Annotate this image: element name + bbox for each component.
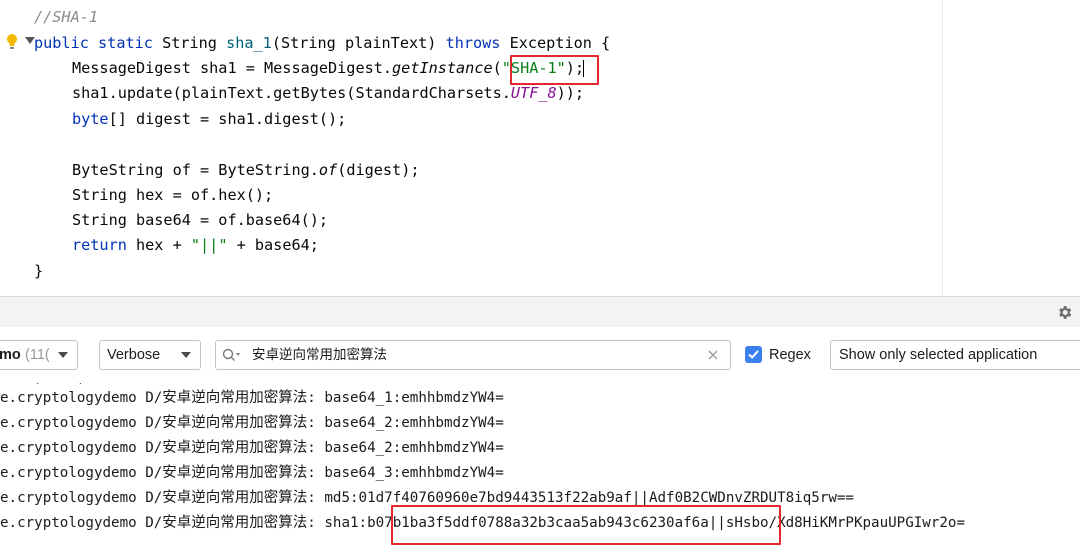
log-message: : base64_1:emhhbmdzYW4= [307, 390, 504, 406]
log-package: e.cryptologydemo D/ [0, 515, 163, 531]
code-line-hex: String hex = of.hex(); [34, 183, 273, 208]
log-package: e.cryptologydemo D/ [0, 490, 163, 506]
method-signature-line: public static String sha_1(String plainT… [34, 31, 610, 56]
code-text: ( [492, 59, 502, 77]
code-text: + base64; [227, 236, 319, 254]
app-filter-select[interactable]: Show only selected application [830, 340, 1080, 370]
highlight-box-sha1-hash [391, 505, 781, 545]
log-package: e.cryptologydemo D/ [0, 390, 163, 406]
log-tag: 安卓逆向常用加密算法 [162, 390, 308, 406]
logcat-filter-bar: mo (11( Verbose 安卓逆向常用加密算法 Regex Show on… [0, 327, 1080, 383]
return-type: String [162, 34, 217, 52]
log-line: e.cryptologydemo D/安卓逆向常用加密算法: base64_2:… [0, 411, 504, 436]
gear-icon[interactable] [1056, 304, 1073, 321]
right-margin-guide [942, 0, 943, 296]
lightbulb-icon[interactable] [6, 33, 18, 51]
separator-string: "||" [190, 236, 228, 254]
highlight-box-sha1-string [510, 55, 599, 85]
method-call-of: of [318, 161, 338, 179]
log-line: e.cryptologydemo D/安卓逆向常用加密算法: base64_3:… [0, 461, 504, 486]
method-call-getinstance: getInstance [392, 59, 493, 77]
app-filter-value: Show only selected application [839, 347, 1038, 363]
keyword-throws: throws [445, 34, 501, 52]
log-tag: 安卓逆向常用加密算法 [162, 490, 308, 506]
log-tag: 安卓逆向常用加密算法 [162, 515, 308, 531]
logcat-output[interactable]: e. , , e.cryptologydemo D/安卓逆向常用加密算法: ba… [0, 383, 1080, 560]
log-message: : base64_2:emhhbmdzYW4= [307, 415, 504, 431]
code-text: sha1.update(plainText.getBytes(StandardC… [72, 84, 511, 102]
log-tag: 安卓逆向常用加密算法 [162, 465, 308, 481]
keyword-static: static [98, 34, 153, 52]
code-text: (digest); [337, 161, 420, 179]
device-count: (11( [25, 347, 50, 363]
log-tag: 安卓逆向常用加密算法 [162, 415, 308, 431]
comment-text: //SHA-1 [34, 8, 99, 26]
log-package: e.cryptologydemo D/ [0, 415, 163, 431]
log-line: e.cryptologydemo D/安卓逆向常用加密算法: base64_2:… [0, 436, 504, 461]
code-line-getinstance: MessageDigest sha1 = MessageDigest.getIn… [34, 56, 585, 81]
check-icon [748, 350, 759, 359]
code-text: String base64 = of.base64(); [72, 211, 329, 229]
log-message: : base64_3:emhhbmdzYW4= [307, 465, 504, 481]
log-search-field[interactable]: 安卓逆向常用加密算法 [215, 340, 731, 370]
code-line-return: return hex + "||" + base64; [34, 233, 319, 258]
device-selector[interactable]: mo (11( [0, 340, 78, 370]
code-text: MessageDigest sha1 = MessageDigest. [72, 59, 393, 77]
clear-icon[interactable] [708, 350, 718, 360]
logcat-toolbar [0, 297, 1080, 327]
code-line-close-brace: } [34, 259, 43, 284]
log-level-select[interactable]: Verbose [99, 340, 201, 370]
code-line-bytestring: ByteString of = ByteString.of(digest); [34, 158, 419, 183]
code-text: String hex = of.hex(); [72, 186, 274, 204]
log-line: e.cryptologydemo D/安卓逆向常用加密算法: base64_1:… [0, 386, 504, 411]
method-name: sha_1 [226, 34, 272, 52]
log-package: e.cryptologydemo D/ [0, 440, 163, 456]
code-text: ByteString of = ByteString. [72, 161, 319, 179]
constant-utf8: UTF_8 [510, 84, 557, 102]
keyword-return: return [72, 236, 127, 254]
code-text: } [34, 262, 44, 280]
device-label: mo [0, 347, 21, 363]
code-line-update: sha1.update(plainText.getBytes(StandardC… [34, 81, 584, 106]
search-input[interactable]: 安卓逆向常用加密算法 [252, 341, 387, 369]
chevron-down-icon [181, 352, 191, 358]
keyword-byte: byte [72, 110, 109, 128]
regex-label: Regex [769, 347, 811, 363]
code-text: )); [556, 84, 585, 102]
search-icon [222, 348, 240, 361]
log-package: e.cryptologydemo D/ [0, 465, 163, 481]
code-text: [] digest = sha1.digest(); [108, 110, 347, 128]
code-line-base64: String base64 = of.base64(); [34, 208, 328, 233]
keyword-public: public [34, 34, 89, 52]
method-params: (String plainText) [271, 34, 437, 52]
log-message: : md5:01d7f40760960e7bd9443513f22ab9af||… [307, 490, 854, 506]
code-line-digest: byte[] digest = sha1.digest(); [34, 107, 346, 132]
code-comment-line: //SHA-1 [34, 5, 98, 30]
code-text: hex + [126, 236, 191, 254]
log-message: : base64_2:emhhbmdzYW4= [307, 440, 504, 456]
log-message-prefix: : sha1: [307, 515, 368, 531]
chevron-down-icon [58, 352, 68, 358]
signature-end: Exception { [509, 34, 611, 52]
log-tag: 安卓逆向常用加密算法 [162, 440, 308, 456]
regex-checkbox[interactable] [745, 346, 762, 363]
log-level-value: Verbose [107, 347, 161, 363]
code-editor[interactable]: //SHA-1 public static String sha_1(Strin… [0, 0, 1080, 296]
